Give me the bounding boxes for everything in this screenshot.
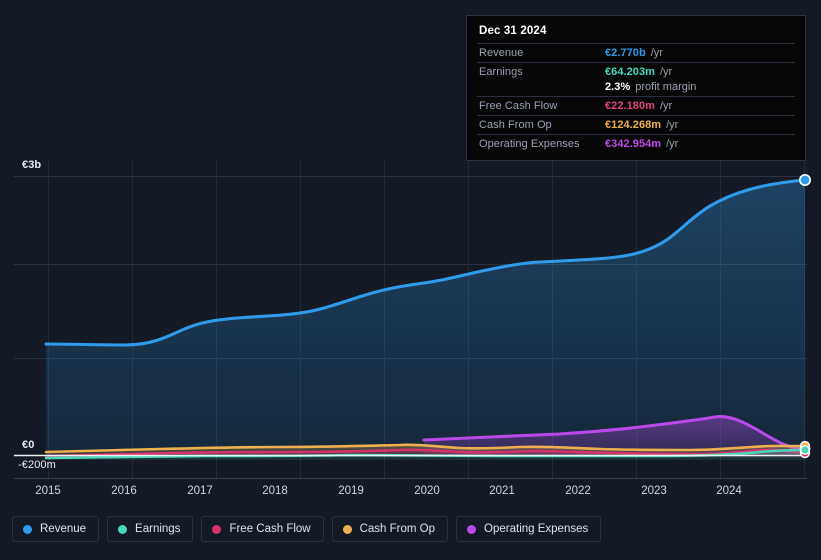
tooltip-unit-revenue: /yr [650, 47, 663, 59]
x-axis-label-2020: 2020 [414, 485, 440, 497]
tooltip-row-profit-margin: 2.3% profit margin [477, 81, 795, 96]
tooltip-unit-profit-margin: profit margin [635, 81, 697, 93]
chart-legend: Revenue Earnings Free Cash Flow Cash Fro… [12, 516, 602, 542]
tooltip-unit-free-cash-flow: /yr [659, 100, 673, 112]
tooltip-value-profit-margin: 2.3% [605, 81, 631, 93]
legend-item-operating-expenses[interactable]: Operating Expenses [456, 516, 602, 542]
endpoint-revenue[interactable] [798, 174, 811, 187]
tooltip-key-cash-from-op: Cash From Op [479, 119, 552, 131]
x-axis-label-2018: 2018 [262, 485, 288, 497]
y-axis-label-0: €0 [22, 439, 35, 451]
legend-dot-earnings [118, 524, 128, 534]
x-axis-label-2023: 2023 [641, 485, 667, 497]
tooltip-value-operating-expenses: €342.954m [605, 138, 662, 150]
legend-label-revenue: Revenue [40, 523, 87, 535]
endpoint-earnings[interactable] [800, 445, 810, 455]
legend-label-operating-expenses: Operating Expenses [484, 523, 589, 535]
legend-dot-operating-expenses [467, 524, 477, 534]
tooltip-row-cash-from-op: Cash From Op €124.268m /yr [477, 115, 795, 134]
tooltip-value-revenue: €2.770b [605, 47, 646, 59]
x-axis-label-2022: 2022 [565, 485, 591, 497]
legend-label-cash-from-op: Cash From Op [359, 523, 436, 535]
tooltip-title: Dec 31 2024 [479, 25, 547, 37]
legend-label-earnings: Earnings [135, 523, 181, 535]
x-axis-label-2016: 2016 [111, 485, 137, 497]
tooltip-value-earnings: €64.203m [605, 66, 655, 78]
legend-dot-cash-from-op [342, 524, 352, 534]
x-axis-label-2019: 2019 [338, 485, 364, 497]
tooltip-key-earnings: Earnings [479, 66, 523, 78]
legend-item-cash-from-op[interactable]: Cash From Op [331, 516, 449, 542]
tooltip-value-free-cash-flow: €22.180m [605, 100, 655, 112]
x-axis-label-2015: 2015 [35, 485, 61, 497]
y-axis-label-3b: €3b [22, 159, 42, 171]
tooltip-row-earnings: Earnings €64.203m /yr [477, 62, 795, 81]
legend-item-revenue[interactable]: Revenue [12, 516, 100, 542]
legend-dot-free-cash-flow [212, 524, 222, 534]
x-axis-label-2021: 2021 [489, 485, 515, 497]
x-axis-label-2024: 2024 [716, 485, 742, 497]
tooltip-row-free-cash-flow: Free Cash Flow €22.180m /yr [477, 96, 795, 115]
tooltip-key-revenue: Revenue [479, 47, 524, 59]
tooltip-value-cash-from-op: €124.268m [605, 119, 662, 131]
tooltip-unit-cash-from-op: /yr [666, 119, 679, 131]
tooltip-row-revenue: Revenue €2.770b /yr [477, 43, 795, 62]
tooltip-unit-operating-expenses: /yr [666, 138, 679, 150]
x-axis-label-2017: 2017 [187, 485, 213, 497]
tooltip-key-free-cash-flow: Free Cash Flow [479, 100, 558, 112]
legend-label-free-cash-flow: Free Cash Flow [229, 523, 311, 535]
tooltip-row-operating-expenses: Operating Expenses €342.954m /yr [477, 134, 795, 153]
y-axis-label-neg200m: -€200m [18, 459, 56, 471]
tooltip-unit-earnings: /yr [659, 66, 673, 78]
chart-tooltip: Dec 31 2024 Revenue €2.770b /yr Earnings… [466, 15, 806, 161]
legend-item-earnings[interactable]: Earnings [107, 516, 194, 542]
financial-chart: €3b €0 -€200m 2015 2016 2017 2018 2019 2… [0, 0, 821, 560]
legend-item-free-cash-flow[interactable]: Free Cash Flow [201, 516, 324, 542]
legend-dot-revenue [23, 524, 32, 534]
tooltip-key-operating-expenses: Operating Expenses [479, 138, 580, 150]
